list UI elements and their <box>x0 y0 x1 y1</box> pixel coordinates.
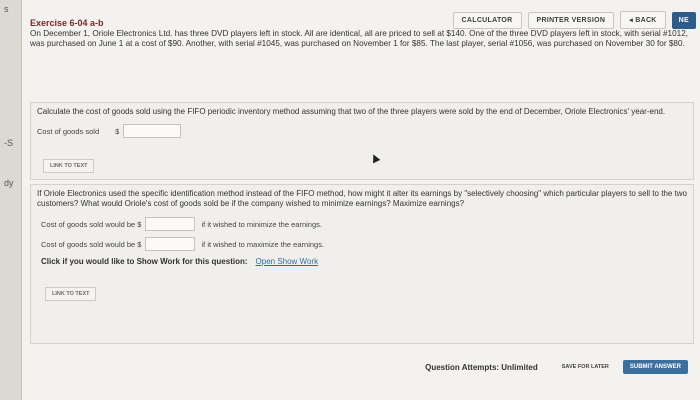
maximize-row: Cost of goods sold would be $ if it wish… <box>41 237 693 251</box>
link-to-text-button[interactable]: LINK TO TEXT <box>43 159 95 173</box>
exercise-page: CALCULATOR PRINTER VERSION ◂ BACK NE Exe… <box>22 0 700 400</box>
part-b-question: If Oriole Electronics used the specific … <box>37 189 687 208</box>
minimize-cogs-input[interactable] <box>145 217 196 231</box>
link-to-text-button[interactable]: LINK TO TEXT <box>45 287 97 301</box>
sidebar-glyph: s <box>4 4 9 14</box>
left-sidebar-strip: s -S dy <box>0 0 22 400</box>
sidebar-glyph: dy <box>4 178 14 188</box>
show-work-row: Click if you would like to Show Work for… <box>41 257 693 266</box>
minimize-suffix: if it wished to minimize the earnings. <box>201 219 322 229</box>
show-work-prompt: Click if you would like to Show Work for… <box>41 257 248 266</box>
maximize-suffix: if it wished to maximize the earnings. <box>201 239 325 249</box>
maximize-cogs-input[interactable] <box>145 237 196 251</box>
part-b-panel: If Oriole Electronics used the specific … <box>30 184 694 344</box>
open-show-work-link[interactable]: Open Show Work <box>256 257 319 266</box>
save-for-later-button[interactable]: SAVE FOR LATER <box>556 360 615 374</box>
question-attempts: Question Attempts: Unlimited <box>425 362 538 372</box>
part-a-link-wrap: LINK TO TEXT <box>43 154 693 173</box>
exercise-intro: On December 1, Oriole Electronics Ltd. h… <box>30 29 689 48</box>
sidebar-glyph: -S <box>4 138 13 148</box>
calculator-button[interactable]: CALCULATOR <box>452 11 522 29</box>
part-a-question: Calculate the cost of goods sold using t… <box>37 107 666 116</box>
cogs-label: Cost of goods sold <box>37 126 100 136</box>
exercise-title: Exercise 6-04 a-b <box>30 18 104 28</box>
maximize-label: Cost of goods sold would be $ <box>41 239 142 249</box>
footer-bar: Question Attempts: Unlimited SAVE FOR LA… <box>425 360 688 374</box>
minimize-label: Cost of goods sold would be $ <box>41 219 142 229</box>
currency-symbol: $ <box>115 126 120 136</box>
cogs-input[interactable] <box>123 124 182 138</box>
printer-version-button[interactable]: PRINTER VERSION <box>527 11 615 29</box>
back-button[interactable]: ◂ BACK <box>620 11 666 29</box>
next-button[interactable]: NE <box>671 11 696 29</box>
submit-answer-button[interactable]: SUBMIT ANSWER <box>622 360 688 374</box>
cogs-row: Cost of goods sold $ <box>37 124 693 138</box>
part-b-link-wrap: LINK TO TEXT <box>45 282 693 301</box>
part-a-panel: Calculate the cost of goods sold using t… <box>30 102 694 180</box>
minimize-row: Cost of goods sold would be $ if it wish… <box>41 217 693 231</box>
top-toolbar: CALCULATOR PRINTER VERSION ◂ BACK NE <box>452 10 696 30</box>
